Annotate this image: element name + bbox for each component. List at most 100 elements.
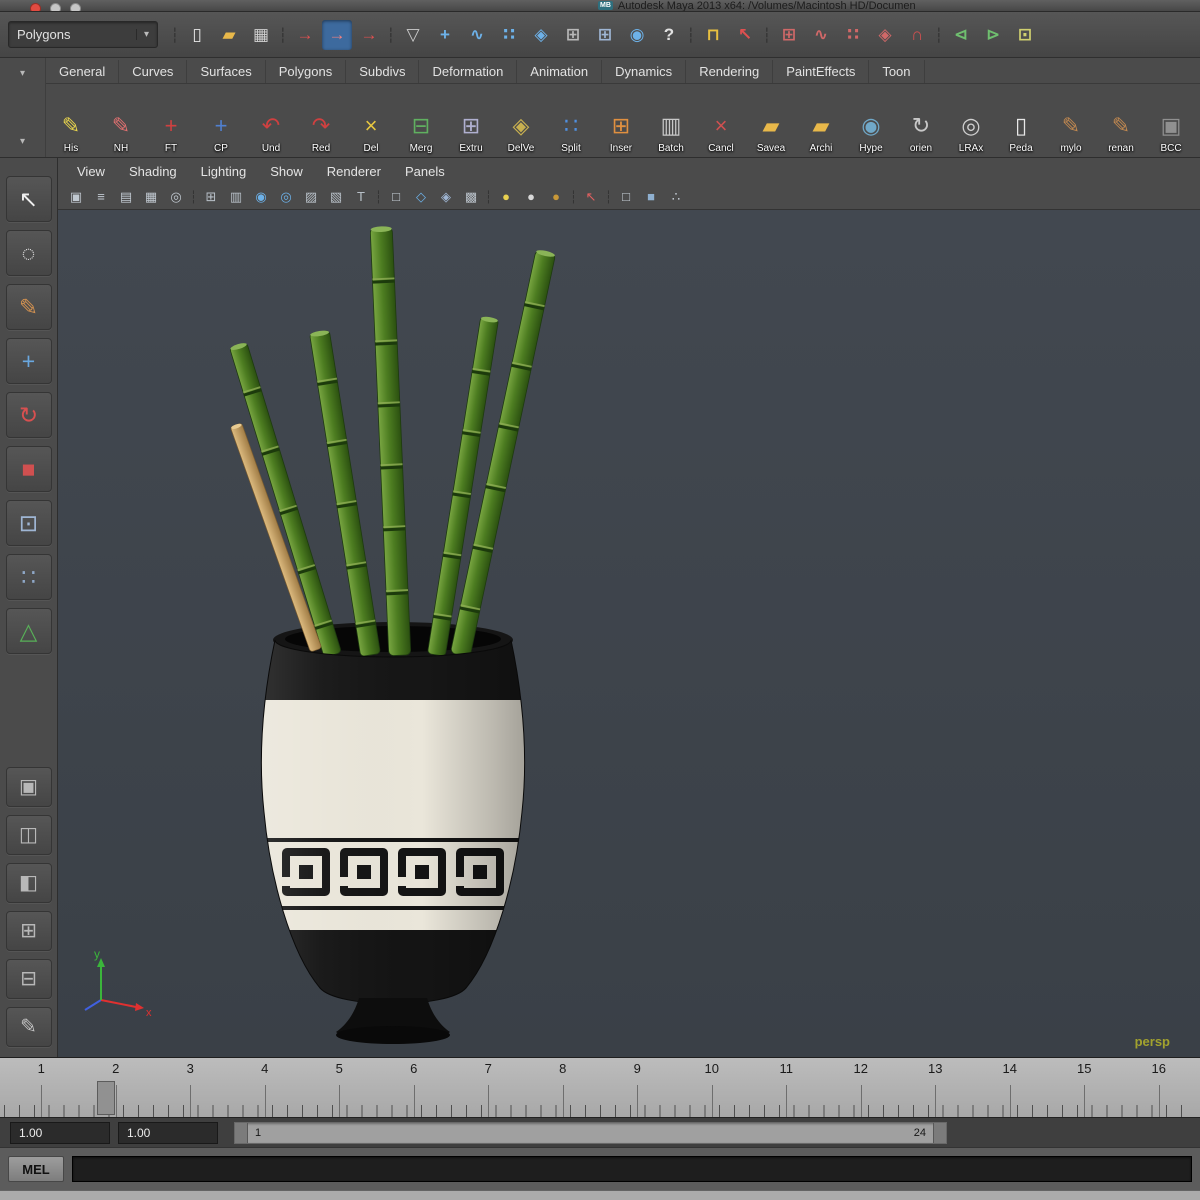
- lattice-display-icon[interactable]: ⊞: [590, 20, 620, 50]
- track-selection-icon[interactable]: ↖: [730, 20, 760, 50]
- paint-select-tool[interactable]: ✎: [5, 284, 52, 330]
- shelf-button-cancl[interactable]: × Cancl: [696, 86, 746, 157]
- shelf-button-batch[interactable]: ▥ Batch: [646, 86, 696, 157]
- range-slider[interactable]: 1 24: [234, 1121, 947, 1144]
- soft-modification-tool[interactable]: ∷: [5, 554, 52, 600]
- field-chart-icon[interactable]: ▨: [299, 186, 323, 208]
- shelf-button-merg[interactable]: ⊟ Merg: [396, 86, 446, 157]
- history-surface-icon[interactable]: ◈: [870, 20, 900, 50]
- toolbar-grip[interactable]: ┆: [762, 20, 772, 50]
- shelf-tab-subdivs[interactable]: Subdivs: [346, 60, 420, 83]
- history-grid-icon[interactable]: ⊞: [774, 20, 804, 50]
- all-lights-icon[interactable]: ●: [544, 186, 568, 208]
- shelf-tab-animation[interactable]: Animation: [517, 60, 603, 83]
- resolution-gate-icon[interactable]: ◉: [249, 186, 273, 208]
- snap-to-planes-icon[interactable]: ◈: [526, 20, 556, 50]
- shelf-button-und[interactable]: ↶ Und: [246, 86, 296, 157]
- toolbar-grip[interactable]: ┆: [934, 20, 944, 50]
- shelf-tab-dynamics[interactable]: Dynamics: [602, 60, 687, 83]
- shelf-tab-curves[interactable]: Curves: [119, 60, 188, 83]
- select-cursor-icon[interactable]: ↖: [579, 186, 603, 208]
- history-point-icon[interactable]: ∷: [838, 20, 868, 50]
- safe-action-icon[interactable]: ▧: [324, 186, 348, 208]
- layout-four-pane[interactable]: ⊞: [5, 911, 52, 951]
- select-hierarchy-icon[interactable]: →: [290, 20, 320, 50]
- shelf-button-nh[interactable]: ✎ NH: [96, 86, 146, 157]
- shelf-button-inser[interactable]: ⊞ Inser: [596, 86, 646, 157]
- layout-outliner-pane[interactable]: ◧: [5, 863, 52, 903]
- shelf-button-cp[interactable]: + CP: [196, 86, 246, 157]
- shelf-tab-toon[interactable]: Toon: [869, 60, 925, 83]
- select-component-icon[interactable]: →: [354, 20, 384, 50]
- highlight-selection-icon[interactable]: ▽: [398, 20, 428, 50]
- shelf-button-orien[interactable]: ↻ orien: [896, 86, 946, 157]
- help-icon[interactable]: ?: [654, 20, 684, 50]
- shelf-button-ft[interactable]: + FT: [146, 86, 196, 157]
- minimize-window-icon[interactable]: [50, 3, 61, 11]
- gate-mask-icon[interactable]: ◎: [274, 186, 298, 208]
- flat-light-icon[interactable]: ●: [519, 186, 543, 208]
- animation-start-field[interactable]: 1.00: [10, 1121, 110, 1144]
- share-view-icon[interactable]: ∴: [664, 186, 688, 208]
- scale-tool[interactable]: ■: [5, 446, 52, 492]
- close-window-icon[interactable]: [30, 3, 41, 11]
- shelf-tab-polygons[interactable]: Polygons: [266, 60, 347, 83]
- toolbar-grip[interactable]: ┆: [386, 20, 396, 50]
- toolbar-grip[interactable]: ┆: [278, 20, 288, 50]
- panel-menu-shading[interactable]: Shading: [118, 161, 188, 182]
- panel-menu-renderer[interactable]: Renderer: [316, 161, 392, 182]
- zoom-window-icon[interactable]: [70, 3, 81, 11]
- command-line-input[interactable]: [72, 1156, 1192, 1182]
- shelf-button-bcc[interactable]: ▣ BCC: [1146, 86, 1196, 157]
- shelf-button-his[interactable]: ✎ His: [46, 86, 96, 157]
- scene-save-icon[interactable]: ▦: [246, 20, 276, 50]
- shelf-button-delve[interactable]: ◈ DelVe: [496, 86, 546, 157]
- isolate-select-icon[interactable]: □: [384, 186, 408, 208]
- panel-menu-panels[interactable]: Panels: [394, 161, 456, 182]
- history-curve-icon[interactable]: ∿: [806, 20, 836, 50]
- grid-toggle-icon[interactable]: ⊞: [199, 186, 223, 208]
- toolbar-grip[interactable]: ┆: [686, 20, 696, 50]
- shelf-button-red[interactable]: ↷ Red: [296, 86, 346, 157]
- shelf-button-split[interactable]: ∷ Split: [546, 86, 596, 157]
- scene-open-icon[interactable]: ▰: [214, 20, 244, 50]
- shelf-button-lrax[interactable]: ◎ LRAx: [946, 86, 996, 157]
- panel-grip[interactable]: ┆: [189, 186, 198, 208]
- shelf-button-hype[interactable]: ◉ Hype: [846, 86, 896, 157]
- panel-grip[interactable]: ┆: [569, 186, 578, 208]
- film-gate-icon[interactable]: ▥: [224, 186, 248, 208]
- viewport-canvas[interactable]: y x persp: [58, 210, 1200, 1057]
- layout-single-pane[interactable]: ▣: [5, 767, 52, 807]
- panel-grip[interactable]: ┆: [374, 186, 383, 208]
- panel-menu-show[interactable]: Show: [259, 161, 314, 182]
- shelf-button-peda[interactable]: ▯ Peda: [996, 86, 1046, 157]
- range-start-handle[interactable]: [235, 1122, 248, 1143]
- select-tool[interactable]: ↖: [5, 176, 52, 222]
- lasso-select-tool[interactable]: ◌: [5, 230, 52, 276]
- shelf-button-savea[interactable]: ▰ Savea: [746, 86, 796, 157]
- render-settings-icon[interactable]: ⊡: [1010, 20, 1040, 50]
- xray-icon[interactable]: ◇: [409, 186, 433, 208]
- shelf-button-del[interactable]: × Del: [346, 86, 396, 157]
- make-live-icon[interactable]: ◉: [622, 20, 652, 50]
- textured-mode-icon[interactable]: ▩: [459, 186, 483, 208]
- menu-set-selector[interactable]: Polygons ▾: [8, 21, 158, 48]
- shelf-button-extru[interactable]: ⊞ Extru: [446, 86, 496, 157]
- two-d-pan-zoom-icon[interactable]: ◎: [164, 186, 188, 208]
- snap-to-points-icon[interactable]: ∷: [494, 20, 524, 50]
- show-manipulator-tool[interactable]: △: [5, 608, 52, 654]
- toolbar-grip[interactable]: ┆: [170, 20, 180, 50]
- time-slider[interactable]: 1 2 3 4 5 6 7 8 9 10 11 12 13 14 15 16: [0, 1057, 1200, 1117]
- lock-selection-icon[interactable]: ⊓: [698, 20, 728, 50]
- shelf-tab-painteffects[interactable]: PaintEffects: [773, 60, 870, 83]
- panel-grip[interactable]: ┆: [604, 186, 613, 208]
- scene-new-icon[interactable]: ▯: [182, 20, 212, 50]
- shelf-tab-rendering[interactable]: Rendering: [686, 60, 774, 83]
- wireframe-cube-icon[interactable]: □: [614, 186, 638, 208]
- playback-start-field[interactable]: 1.00: [118, 1121, 218, 1144]
- shelf-button-renan[interactable]: ✎ renan: [1096, 86, 1146, 157]
- shelf-button-mylo[interactable]: ✎ mylo: [1046, 86, 1096, 157]
- shelf-tab-surfaces[interactable]: Surfaces: [187, 60, 266, 83]
- panel-menu-view[interactable]: View: [66, 161, 116, 182]
- output-connections-icon[interactable]: ⊳: [978, 20, 1008, 50]
